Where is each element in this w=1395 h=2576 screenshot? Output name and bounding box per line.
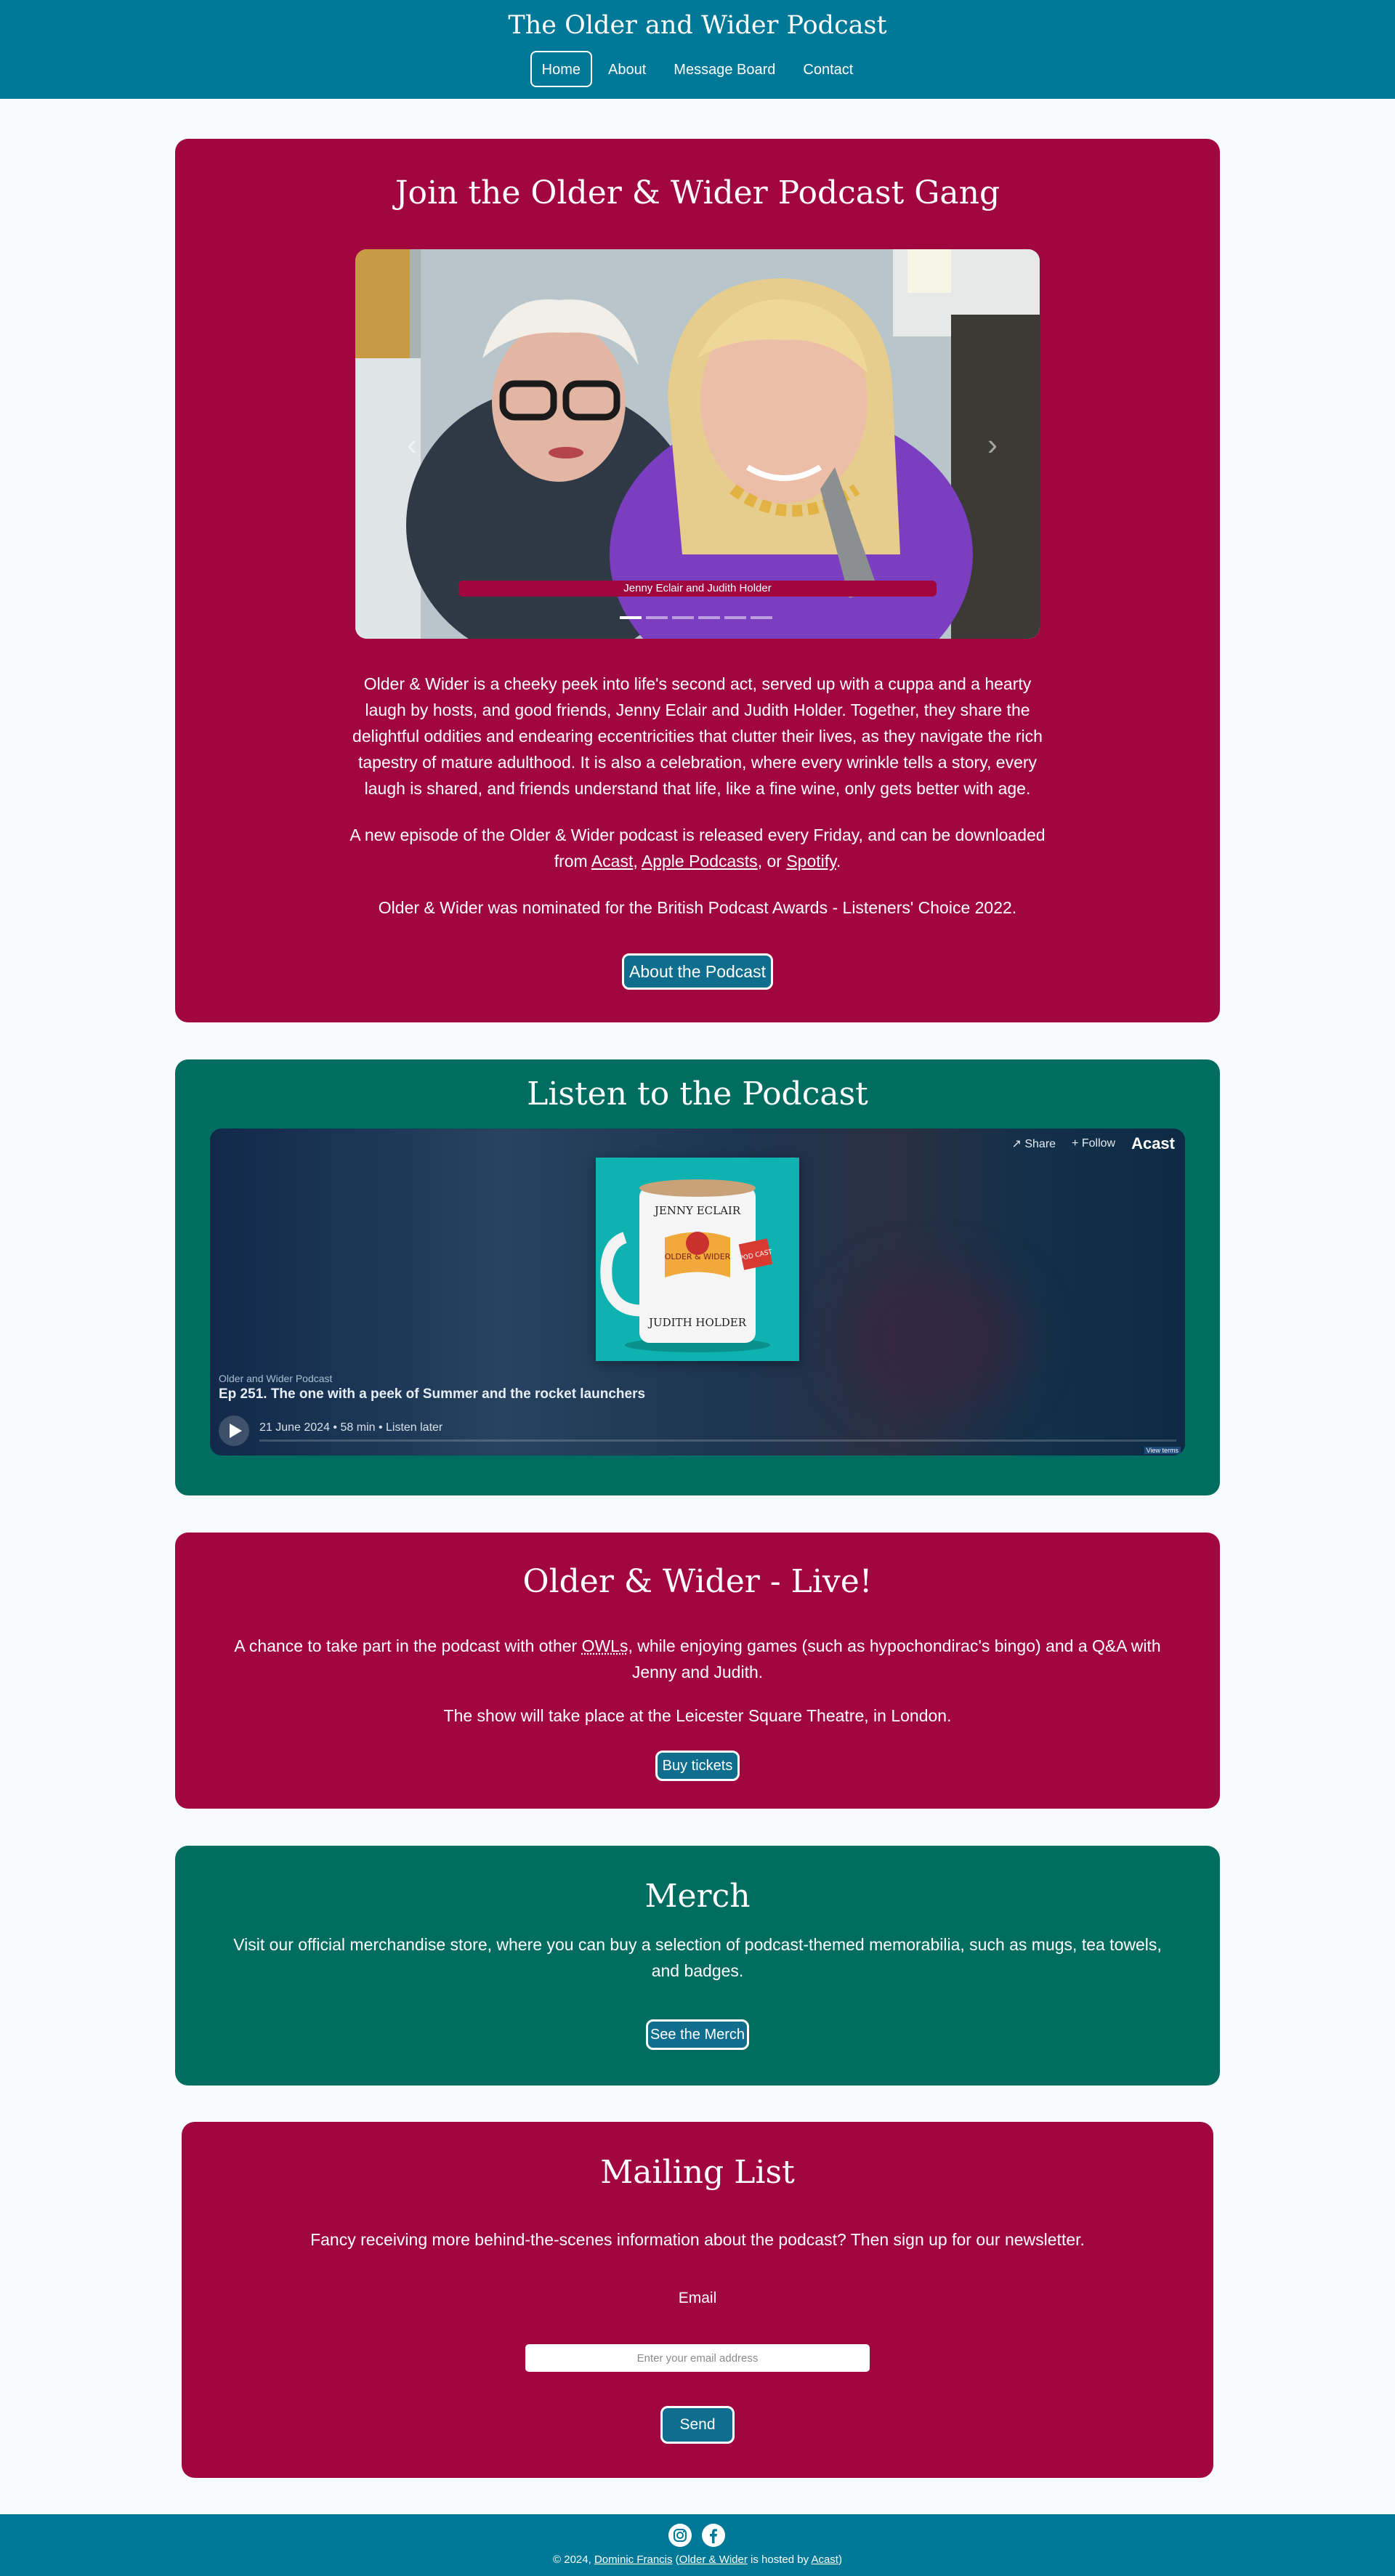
carousel-indicator[interactable] [646,616,668,619]
mug-top-text: JENNY ECLAIR [653,1204,741,1217]
apple-podcasts-link[interactable]: Apple Podcasts [642,852,758,871]
site-title[interactable]: The Older and Wider Podcast [0,0,1395,41]
acast-player: ↗ Share + Follow Acast JENNY ECLAIR OLDE… [210,1128,1185,1455]
live-section: Older & Wider - Live! A chance to take p… [175,1533,1220,1809]
owls-abbr: OWLs [581,1636,628,1655]
episode-title[interactable]: Ep 251. The one with a peek of Summer an… [219,1386,645,1402]
carousel-caption: Jenny Eclair and Judith Holder [458,581,937,597]
nav-message-board[interactable]: Message Board [662,51,787,87]
merch-description: Visit our official merchandise store, wh… [233,1935,1162,1980]
site-footer: © 2024, Dominic Francis (Older & Wider i… [0,2514,1395,2576]
hero-intro: Older & Wider is a cheeky peek into life… [352,674,1043,798]
hero-heading: Join the Older & Wider Podcast Gang [395,174,1000,211]
play-icon [230,1424,242,1438]
separator: , [633,852,642,871]
separator: . [836,852,841,871]
play-button[interactable] [219,1416,249,1446]
merch-text: Visit our official merchandise store, wh… [219,1931,1176,1984]
host-link[interactable]: Acast [811,2553,838,2566]
facebook-icon[interactable] [702,2524,725,2547]
page: The Older and Wider Podcast Home About M… [0,0,1395,2576]
author-link[interactable]: Dominic Francis [594,2553,673,2566]
instagram-icon[interactable] [668,2524,692,2547]
nav-home[interactable]: Home [530,51,593,87]
footer-separator: ) [838,2553,842,2566]
live-text: A chance to take part in the podcast wit… [233,1633,1162,1746]
view-terms-link[interactable]: View terms [1144,1447,1181,1454]
listen-heading: Listen to the Podcast [527,1075,868,1113]
send-button[interactable]: Send [660,2406,735,2444]
show-name[interactable]: Older and Wider Podcast [219,1373,332,1384]
mug-bottom-text: JUDITH HOLDER [647,1316,747,1329]
mailing-text: Fancy receiving more behind-the-scenes i… [211,2226,1184,2253]
hero-text: Older & Wider is a cheeky peek into life… [348,671,1047,941]
carousel-indicator[interactable] [672,616,694,619]
progress-bar[interactable] [259,1440,1176,1442]
buy-tickets-button[interactable]: Buy tickets [655,1751,740,1781]
spotify-link[interactable]: Spotify [786,852,836,871]
episode-meta: 21 June 2024 • 58 min • Listen later [259,1421,443,1434]
acast-link[interactable]: Acast [591,852,634,871]
mailing-section: Mailing List Fancy receiving more behind… [182,2122,1213,2478]
carousel-indicator[interactable] [698,616,720,619]
carousel-next-icon[interactable]: › [969,425,998,464]
live-venue: The show will take place at the Leiceste… [443,1706,952,1725]
email-input[interactable] [525,2344,870,2372]
live-text-after: , while enjoying games (such as hypochon… [628,1636,1161,1681]
hero-nomination: Older & Wider was nominated for the Brit… [378,898,1017,917]
mug-image: JENNY ECLAIR OLDER & WIDER POD CAST JUDI… [596,1158,799,1361]
share-label: Share [1024,1138,1056,1150]
hosted-by-text: is hosted by [747,2553,812,2566]
episode-cover-art: JENNY ECLAIR OLDER & WIDER POD CAST JUDI… [596,1158,799,1361]
mailing-heading: Mailing List [600,2154,795,2191]
share-button[interactable]: ↗ Share [1011,1136,1056,1151]
copyright-text: © 2024, [553,2553,594,2566]
acast-logo[interactable]: Acast [1131,1134,1175,1153]
hero-release-info: A new episode of the Older & Wider podca… [348,822,1047,874]
photo-carousel[interactable]: ‹ › Jenny Eclair and Judith Holder [355,249,1040,639]
carousel-prev-icon[interactable]: ‹ [397,425,426,464]
merch-section: Merch Visit our official merchandise sto… [175,1846,1220,2086]
about-podcast-button[interactable]: About the Podcast [622,953,773,990]
player-background [842,1267,1031,1412]
separator: , or [757,852,787,871]
hero-section: Join the Older & Wider Podcast Gang ‹ › … [175,139,1220,1022]
main-nav: Home About Message Board Contact [0,51,1395,87]
live-heading: Older & Wider - Live! [522,1563,873,1600]
listen-section: Listen to the Podcast ↗ Share + Follow A… [175,1059,1220,1495]
carousel-indicator[interactable] [620,616,642,619]
site-link[interactable]: Older & Wider [679,2553,748,2566]
footer-separator: ( [672,2553,679,2566]
email-label: Email [678,2290,717,2306]
carousel-indicators [620,616,772,619]
carousel-indicator[interactable] [751,616,772,619]
footer-text: © 2024, Dominic Francis (Older & Wider i… [0,2553,1395,2567]
see-merch-button[interactable]: See the Merch [646,2019,749,2050]
player-toolbar: ↗ Share + Follow Acast [1011,1134,1175,1153]
carousel-indicator[interactable] [724,616,746,619]
nav-about[interactable]: About [597,51,658,87]
live-text-before: A chance to take part in the podcast wit… [234,1636,582,1655]
follow-button[interactable]: + Follow [1072,1137,1115,1150]
merch-heading: Merch [644,1878,751,1915]
live-description: A chance to take part in the podcast wit… [233,1633,1162,1685]
mailing-description: Fancy receiving more behind-the-scenes i… [310,2230,1085,2249]
site-header: The Older and Wider Podcast Home About M… [0,0,1395,99]
nav-contact[interactable]: Contact [791,51,865,87]
social-links [668,2524,725,2547]
